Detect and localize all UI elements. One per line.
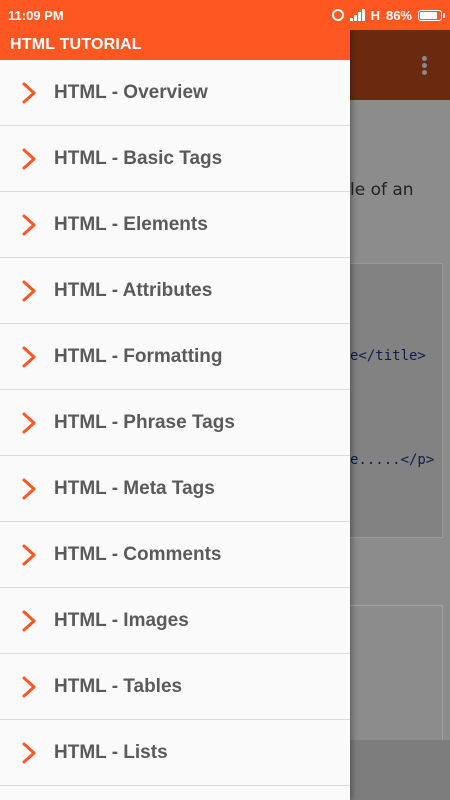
drawer-title: HTML TUTORIAL (0, 30, 350, 60)
chevron-right-icon (22, 346, 36, 368)
drawer-item-label: HTML - Attributes (54, 279, 213, 301)
background-code-line: e.....</p> (350, 452, 435, 468)
background-bottom-bar (350, 740, 450, 800)
background-code-block (350, 263, 443, 538)
drawer-item-label: HTML - Meta Tags (54, 477, 215, 499)
drawer-item[interactable]: HTML - Lists (0, 720, 350, 786)
battery-icon (418, 9, 445, 21)
drawer-item[interactable]: HTML - Elements (0, 192, 350, 258)
chevron-right-icon (22, 742, 36, 764)
drawer-item[interactable]: HTML - Tables (0, 654, 350, 720)
chevron-right-icon (22, 610, 36, 632)
drawer-item-label: HTML - Basic Tags (54, 147, 223, 169)
drawer-item[interactable]: HTML - Basic Tags (0, 126, 350, 192)
drawer-item-label: HTML - Lists (54, 741, 168, 763)
drawer-item[interactable]: HTML - Comments (0, 522, 350, 588)
background-paragraph: le of an (350, 180, 414, 200)
drawer-item-label: HTML - Tables (54, 675, 183, 697)
drawer-item-label: HTML - Elements (54, 213, 208, 235)
drawer-item[interactable]: HTML - Meta Tags (0, 456, 350, 522)
chevron-right-icon (22, 676, 36, 698)
status-time: 11:09 PM (8, 7, 64, 23)
drawer-item[interactable]: HTML - Phrase Tags (0, 390, 350, 456)
drawer-item[interactable]: HTML - Overview (0, 60, 350, 126)
background-code-line: e</title> (350, 348, 426, 364)
network-type: H (370, 7, 380, 23)
chevron-right-icon (22, 544, 36, 566)
drawer-list: HTML - Overview HTML - Basic Tags HTML - E… (0, 60, 350, 786)
drawer-item[interactable]: HTML - Formatting (0, 324, 350, 390)
drawer-item-label: HTML - Comments (54, 543, 222, 565)
chevron-right-icon (22, 280, 36, 302)
chevron-right-icon (22, 148, 36, 170)
alarm-icon (331, 9, 344, 21)
drawer-item-label: HTML - Formatting (54, 345, 223, 367)
chevron-right-icon (22, 82, 36, 104)
drawer-item-label: HTML - Phrase Tags (54, 411, 235, 433)
drawer-item-label: HTML - Images (54, 609, 189, 631)
chevron-right-icon (22, 412, 36, 434)
signal-icon (349, 9, 365, 21)
status-bar: 11:09 PM H 86% (0, 0, 450, 30)
drawer-item[interactable]: HTML - Images (0, 588, 350, 654)
battery-fill (420, 11, 437, 19)
drawer-item[interactable]: HTML - Attributes (0, 258, 350, 324)
chevron-right-icon (22, 214, 36, 236)
overflow-menu-icon[interactable] (422, 54, 428, 77)
drawer-item-label: HTML - Overview (54, 81, 208, 103)
background-code-block-2 (350, 605, 443, 742)
navigation-drawer: HTML TUTORIAL HTML - Overview HTML - Basi… (0, 30, 350, 800)
battery-percent: 86% (385, 7, 412, 23)
chevron-right-icon (22, 478, 36, 500)
